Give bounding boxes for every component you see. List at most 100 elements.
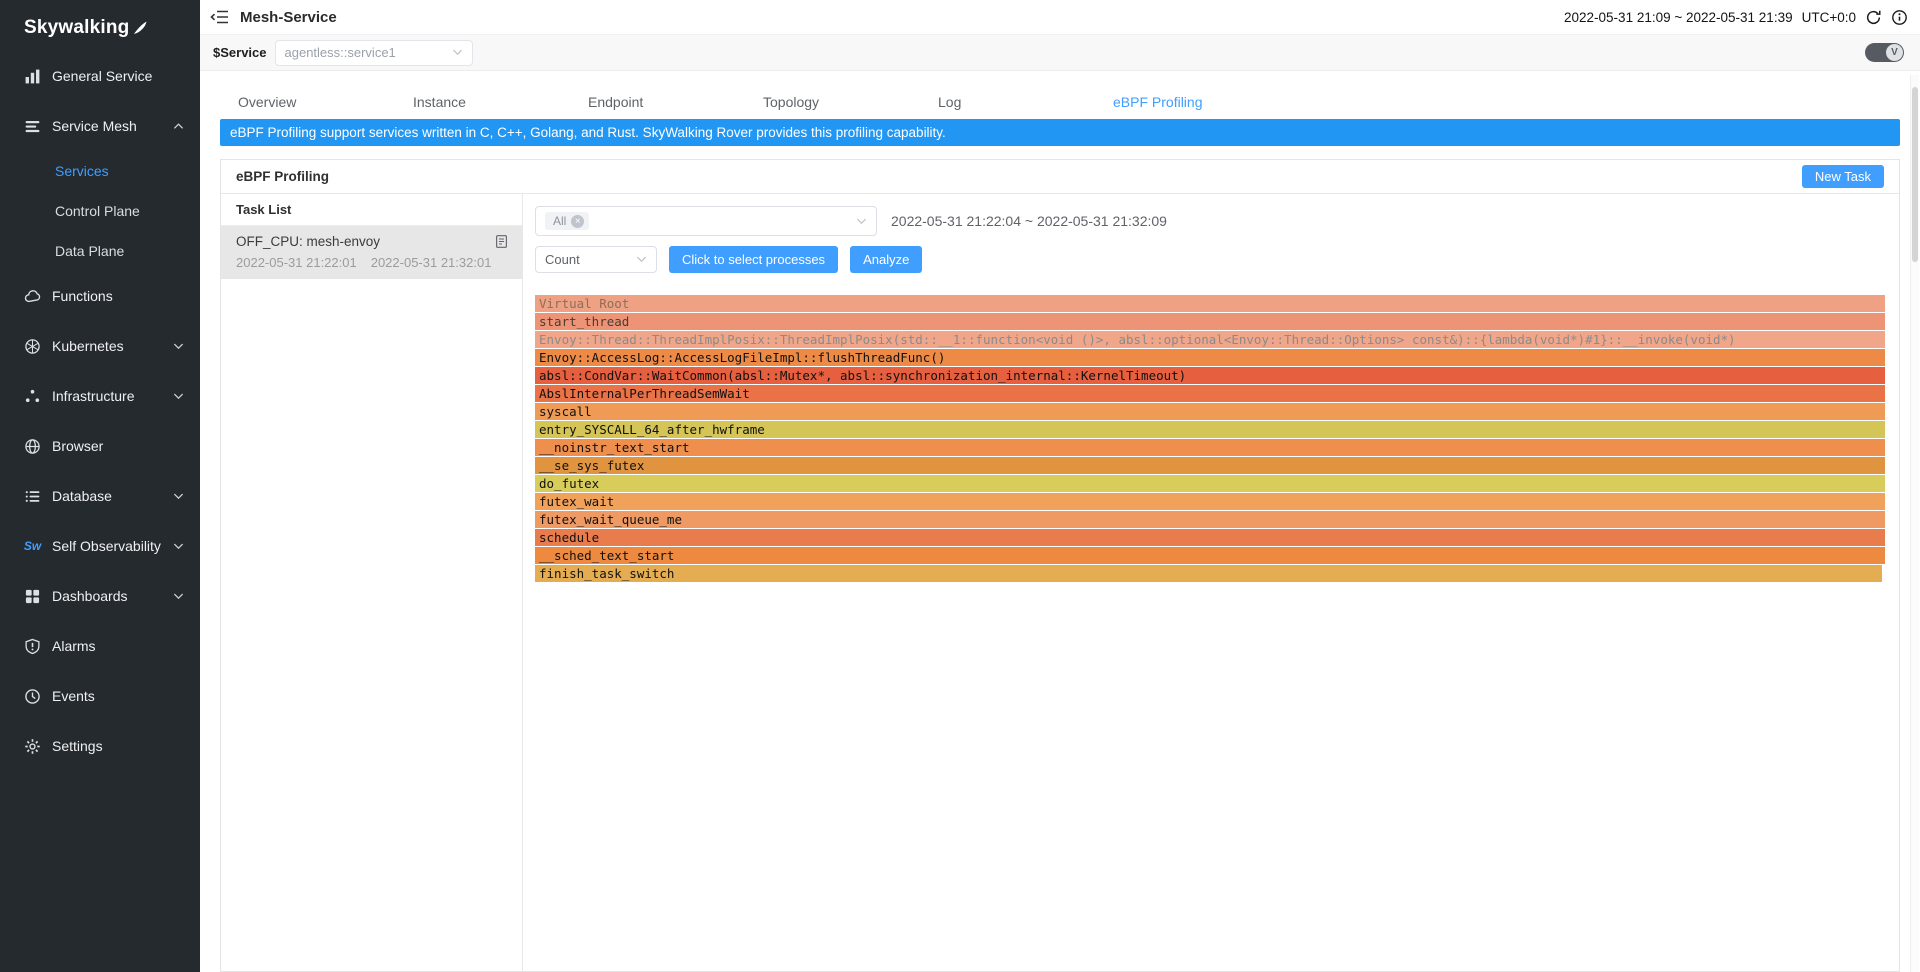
vertical-scrollbar[interactable] [1910,75,1919,972]
chevron-down-icon [636,256,647,262]
bar-chart-icon [24,68,41,85]
main-area: Mesh-Service 2022-05-31 21:09 ~ 2022-05-… [200,0,1920,972]
sidebar-item-label: Control Plane [55,203,140,219]
analysis-panel: All × 2022-05-31 21:22:04 ~ 2022-05-31 2… [523,194,1899,971]
sidebar-item-functions[interactable]: Functions [0,271,200,321]
logo-text: Skywalking [24,17,130,39]
sidebar-item-browser[interactable]: Browser [0,421,200,471]
task-log-icon[interactable] [494,234,509,249]
sidebar-item-data-plane[interactable]: Data Plane [0,231,200,271]
task-list-items: OFF_CPU: mesh-envoy2022-05-31 21:22:0120… [221,226,522,279]
flame-frame-do-futex[interactable]: do_futex [535,475,1885,492]
flame-frame-abslinternalperthreadsemwait[interactable]: AbslInternalPerThreadSemWait [535,385,1885,402]
sidebar: Skywalking General Service Service Mesh Se… [0,0,200,972]
chevron-up-icon [173,123,184,129]
flame-frame-futex-wait[interactable]: futex_wait [535,493,1885,510]
task-list-item[interactable]: OFF_CPU: mesh-envoy2022-05-31 21:22:0120… [221,226,522,279]
ebpf-profiling-panel: eBPF Profiling New Task Task List OFF_CP… [220,159,1900,972]
flame-frame-sched-text-start[interactable]: __sched_text_start [535,547,1885,564]
scrollbar-thumb[interactable] [1912,87,1918,262]
flame-graph: Virtual Rootstart_threadEnvoy::Thread::T… [535,295,1885,583]
collapse-sidebar-icon[interactable] [210,9,229,25]
sidebar-item-events[interactable]: Events [0,671,200,721]
sidebar-item-label: Database [52,488,112,504]
sidebar-item-services[interactable]: Services [0,151,200,191]
sidebar-item-database[interactable]: Database [0,471,200,521]
service-select[interactable]: agentless::service1 [275,40,473,66]
aggregate-type-select[interactable]: Count [535,246,657,273]
sidebar-item-dashboards[interactable]: Dashboards [0,571,200,621]
chevron-down-icon [173,393,184,399]
topbar-right: 2022-05-31 21:09 ~ 2022-05-31 21:39 UTC+… [1564,9,1908,26]
sidebar-item-control-plane[interactable]: Control Plane [0,191,200,231]
tag-label: All [553,214,566,228]
chevron-down-icon [173,493,184,499]
flame-frame-schedule[interactable]: schedule [535,529,1885,546]
sidebar-item-infrastructure[interactable]: Infrastructure [0,371,200,421]
tab-endpoint[interactable]: Endpoint [570,94,745,110]
panel-title: eBPF Profiling [236,169,329,184]
service-bar: $Service agentless::service1 V [200,34,1920,71]
flame-frame-envoy-thread-threadimplposix-threadimplp[interactable]: Envoy::Thread::ThreadImplPosix::ThreadIm… [535,331,1885,348]
sidebar-item-settings[interactable]: Settings [0,721,200,771]
sidebar-item-service-mesh[interactable]: Service Mesh [0,101,200,151]
process-multiselect[interactable]: All × [535,206,877,236]
flame-frame-noinstr-text-start[interactable]: __noinstr_text_start [535,439,1885,456]
tab-overview[interactable]: Overview [220,94,395,110]
tab-ebpf-profiling[interactable]: eBPF Profiling [1095,94,1270,110]
sidebar-item-kubernetes[interactable]: Kubernetes [0,321,200,371]
flame-frame-absl-condvar-waitcommon-absl-mutex-absl-[interactable]: absl::CondVar::WaitCommon(absl::Mutex*, … [535,367,1885,384]
tab-instance[interactable]: Instance [395,94,570,110]
info-icon[interactable] [1891,9,1908,26]
skywalking-logo: Skywalking [0,0,200,51]
sidebar-item-label: Browser [52,438,103,454]
clock-icon [24,688,41,705]
flame-frame-entry-syscall-64-after-hwframe[interactable]: entry_SYSCALL_64_after_hwframe [535,421,1885,438]
aggregate-type-value: Count [545,252,580,267]
timezone-label: UTC+0:0 [1802,10,1856,25]
sidebar-item-label: Alarms [52,638,96,654]
sidebar-item-self-observability[interactable]: SwSelf Observability [0,521,200,571]
sidebar-item-label: Settings [52,738,103,754]
page-title: Mesh-Service [240,9,337,26]
sidebar-item-label: Service Mesh [52,118,137,134]
analyze-button[interactable]: Analyze [850,246,922,273]
chevron-down-icon [856,218,867,224]
sidebar-item-general-service[interactable]: General Service [0,51,200,101]
panel-body: Task List OFF_CPU: mesh-envoy2022-05-31 … [221,194,1899,971]
flame-frame-syscall[interactable]: syscall [535,403,1885,420]
gear-icon [24,738,41,755]
process-filter-row: All × 2022-05-31 21:22:04 ~ 2022-05-31 2… [535,206,1885,236]
selected-process-tag[interactable]: All × [545,212,589,230]
refresh-icon[interactable] [1865,9,1882,26]
database-icon [24,488,41,505]
version-toggle[interactable]: V [1865,43,1904,62]
globe-icon [24,438,41,455]
top-header: Mesh-Service 2022-05-31 21:09 ~ 2022-05-… [200,0,1920,34]
sidebar-item-label: Self Observability [52,538,161,554]
cloud-icon [24,288,41,305]
analysis-time-range: 2022-05-31 21:22:04 ~ 2022-05-31 21:32:0… [891,213,1167,229]
flame-frame-envoy-accesslog-accesslogfileimpl-flusht[interactable]: Envoy::AccessLog::AccessLogFileImpl::flu… [535,349,1885,366]
chevron-down-icon [173,343,184,349]
chevron-down-icon [173,543,184,549]
flame-frame-se-sys-futex[interactable]: __se_sys_futex [535,457,1885,474]
sidebar-item-label: Data Plane [55,243,124,259]
sidebar-item-alarms[interactable]: Alarms [0,621,200,671]
flame-frame-finish-task-switch[interactable]: finish_task_switch [535,565,1882,582]
tab-log[interactable]: Log [920,94,1095,110]
global-time-range[interactable]: 2022-05-31 21:09 ~ 2022-05-31 21:39 [1564,10,1793,25]
infrastructure-icon [24,388,41,405]
panel-header: eBPF Profiling New Task [221,160,1899,194]
flame-frame-virtual-root[interactable]: Virtual Root [535,295,1885,312]
new-task-button[interactable]: New Task [1802,165,1884,188]
rocket-swoosh-icon [132,20,148,36]
task-end-time: 2022-05-31 21:32:01 [371,255,492,270]
flame-frame-start-thread[interactable]: start_thread [535,313,1885,330]
mesh-icon [24,118,41,135]
tag-remove-icon[interactable]: × [571,215,584,228]
flame-frame-futex-wait-queue-me[interactable]: futex_wait_queue_me [535,511,1885,528]
service-variable-label: $Service [213,45,267,60]
select-processes-button[interactable]: Click to select processes [669,246,838,273]
tab-topology[interactable]: Topology [745,94,920,110]
